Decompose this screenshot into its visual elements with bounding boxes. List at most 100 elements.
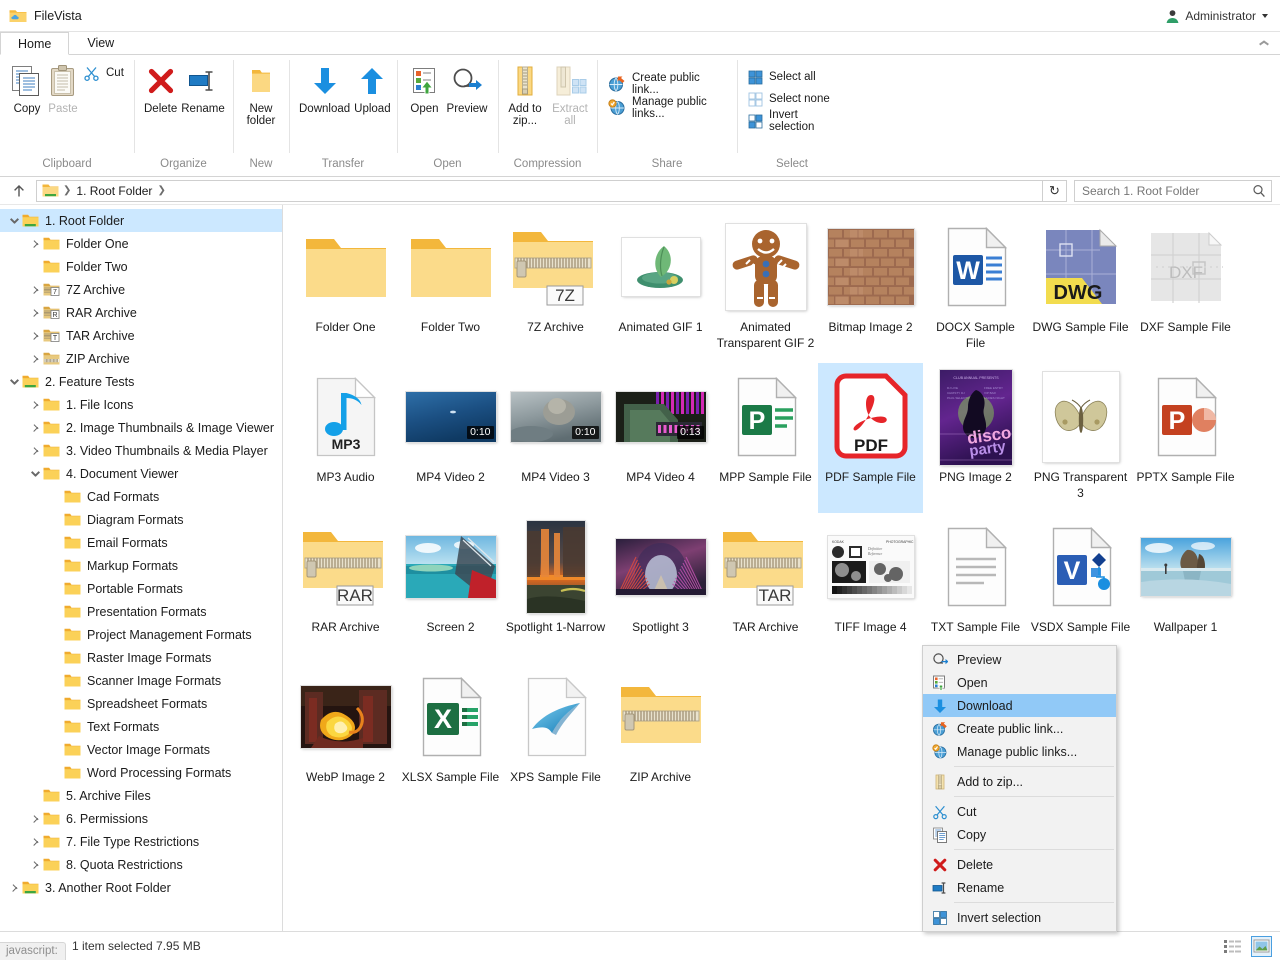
user-menu[interactable]: Administrator	[1165, 8, 1272, 23]
tree-node[interactable]: 3. Another Root Folder	[0, 876, 282, 899]
chevron-right-icon[interactable]	[27, 301, 43, 324]
breadcrumb-separator[interactable]: ❯	[156, 185, 166, 196]
context-menu[interactable]: Preview Open Download Create public link...…	[922, 645, 1117, 932]
refresh-icon[interactable]: ↻	[1043, 179, 1067, 202]
tree-node[interactable]: 8. Quota Restrictions	[0, 853, 282, 876]
tree-node[interactable]: Vector Image Formats	[0, 738, 282, 761]
file-tile[interactable]: 0:10 MP4 Video 3	[503, 363, 608, 513]
tree-node[interactable]: Folder One	[0, 232, 282, 255]
chevron-down-icon[interactable]	[6, 209, 22, 232]
tree-node[interactable]: Portable Formats	[0, 577, 282, 600]
manage-public-links-button[interactable]: Manage public links...	[605, 96, 729, 120]
tree-node[interactable]: Project Management Formats	[0, 623, 282, 646]
add-to-zip-button[interactable]: Add to zip...	[503, 61, 547, 127]
create-public-link-button[interactable]: Create public link...	[605, 72, 729, 96]
chevron-right-icon[interactable]	[27, 393, 43, 416]
open-button[interactable]: Open	[405, 61, 444, 115]
upload-button[interactable]: Upload	[352, 61, 392, 115]
tree-node[interactable]: Raster Image Formats	[0, 646, 282, 669]
file-tile[interactable]: Folder Two	[398, 213, 503, 363]
tree-node[interactable]: 5. Archive Files	[0, 784, 282, 807]
chevron-right-icon[interactable]	[6, 876, 22, 899]
rename-button[interactable]: Rename	[179, 61, 226, 115]
tree-node[interactable]: T TAR Archive	[0, 324, 282, 347]
tree-node[interactable]: Presentation Formats	[0, 600, 282, 623]
file-tile[interactable]: TAR TAR Archive	[713, 513, 818, 663]
file-tile[interactable]: 0:13 MP4 Video 4	[608, 363, 713, 513]
file-tile[interactable]: P PPTX Sample File	[1133, 363, 1238, 513]
context-menu-item[interactable]: Preview	[923, 648, 1116, 671]
new-folder-button[interactable]: New folder	[237, 61, 285, 127]
download-button[interactable]: Download	[297, 61, 352, 115]
tree-node[interactable]: Diagram Formats	[0, 508, 282, 531]
file-tile[interactable]: Bitmap Image 2	[818, 213, 923, 363]
file-tile[interactable]: TXT Sample File	[923, 513, 1028, 663]
chevron-right-icon[interactable]	[27, 439, 43, 462]
chevron-down-icon[interactable]	[6, 370, 22, 393]
file-tile[interactable]: ZIP Archive	[608, 663, 713, 813]
file-tile[interactable]: W DOCX Sample File	[923, 213, 1028, 363]
up-arrow-icon[interactable]	[8, 180, 30, 202]
context-menu-item[interactable]: Cut	[923, 800, 1116, 823]
tree-node[interactable]: 4. Document Viewer	[0, 462, 282, 485]
file-tile[interactable]: Wallpaper 1	[1133, 513, 1238, 663]
tab-view[interactable]: View	[69, 31, 132, 54]
list-view-icon[interactable]	[1222, 936, 1243, 957]
preview-button[interactable]: Preview	[444, 61, 490, 115]
chevron-right-icon[interactable]	[27, 416, 43, 439]
file-grid-pane[interactable]: Folder One Folder Two 7Z 7Z Archive Anim…	[283, 205, 1280, 931]
file-tile[interactable]: KODAK PHOTOGRAPHIC Definitive Reference TI…	[818, 513, 923, 663]
tree-node[interactable]: 7 7Z Archive	[0, 278, 282, 301]
context-menu-item[interactable]: Add to zip...	[923, 770, 1116, 793]
file-tile[interactable]: Animated GIF 1	[608, 213, 713, 363]
file-tile[interactable]: PDF PDF Sample File	[818, 363, 923, 513]
file-tile[interactable]: CLUB ANNUAL PRESENTS DJ LIVE CHRISTY DJ PA…	[923, 363, 1028, 513]
file-tile[interactable]: Spotlight 3	[608, 513, 713, 663]
context-menu-item[interactable]: Rename	[923, 876, 1116, 899]
file-tile[interactable]: WebP Image 2	[293, 663, 398, 813]
file-tile[interactable]: P MPP Sample File	[713, 363, 818, 513]
tab-home[interactable]: Home	[0, 32, 70, 55]
search-icon[interactable]	[1252, 184, 1266, 198]
tree-node[interactable]: Text Formats	[0, 715, 282, 738]
copy-button[interactable]: Copy	[8, 61, 46, 115]
folder-tree[interactable]: 1. Root Folder Folder One Folder Two 7 7…	[0, 205, 283, 931]
delete-button[interactable]: Delete	[142, 61, 179, 115]
context-menu-item[interactable]: Invert selection	[923, 906, 1116, 929]
tree-node[interactable]: Scanner Image Formats	[0, 669, 282, 692]
chevron-right-icon[interactable]	[27, 232, 43, 255]
thumbnail-view-icon[interactable]	[1251, 935, 1272, 957]
tree-node[interactable]: R RAR Archive	[0, 301, 282, 324]
file-tile[interactable]: XPS Sample File	[503, 663, 608, 813]
file-tile[interactable]: Folder One	[293, 213, 398, 363]
chevron-right-icon[interactable]	[27, 830, 43, 853]
file-tile[interactable]: DXF DXF Sample File	[1133, 213, 1238, 363]
chevron-down-icon[interactable]	[27, 462, 43, 485]
tree-node[interactable]: ZIP Archive	[0, 347, 282, 370]
tree-node[interactable]: 6. Permissions	[0, 807, 282, 830]
tree-node[interactable]: Folder Two	[0, 255, 282, 278]
file-tile[interactable]: Animated Transparent GIF 2	[713, 213, 818, 363]
tree-node[interactable]: 1. File Icons	[0, 393, 282, 416]
file-tile[interactable]: X XLSX Sample File	[398, 663, 503, 813]
tree-node[interactable]: Cad Formats	[0, 485, 282, 508]
search-input[interactable]: Search 1. Root Folder	[1074, 179, 1272, 202]
invert-selection-button[interactable]: Invert selection	[745, 109, 839, 133]
file-tile[interactable]: RAR RAR Archive	[293, 513, 398, 663]
file-tile[interactable]: DWG DWG Sample File	[1028, 213, 1133, 363]
context-menu-item[interactable]: Download	[923, 694, 1116, 717]
chevron-right-icon[interactable]	[27, 347, 43, 370]
file-tile[interactable]: Spotlight 1-Narrow	[503, 513, 608, 663]
context-menu-item[interactable]: Open	[923, 671, 1116, 694]
context-menu-item[interactable]: Create public link...	[923, 717, 1116, 740]
breadcrumb[interactable]: ❯ 1. Root Folder ❯	[36, 179, 1043, 202]
file-tile[interactable]: 7Z 7Z Archive	[503, 213, 608, 363]
context-menu-item[interactable]: Delete	[923, 853, 1116, 876]
select-none-button[interactable]: Select none	[745, 88, 839, 110]
cut-button[interactable]: Cut	[80, 62, 129, 84]
context-menu-item[interactable]: Manage public links...	[923, 740, 1116, 763]
chevron-right-icon[interactable]	[27, 853, 43, 876]
chevron-up-icon[interactable]	[1259, 37, 1270, 48]
file-tile[interactable]: Screen 2	[398, 513, 503, 663]
chevron-right-icon[interactable]	[27, 278, 43, 301]
